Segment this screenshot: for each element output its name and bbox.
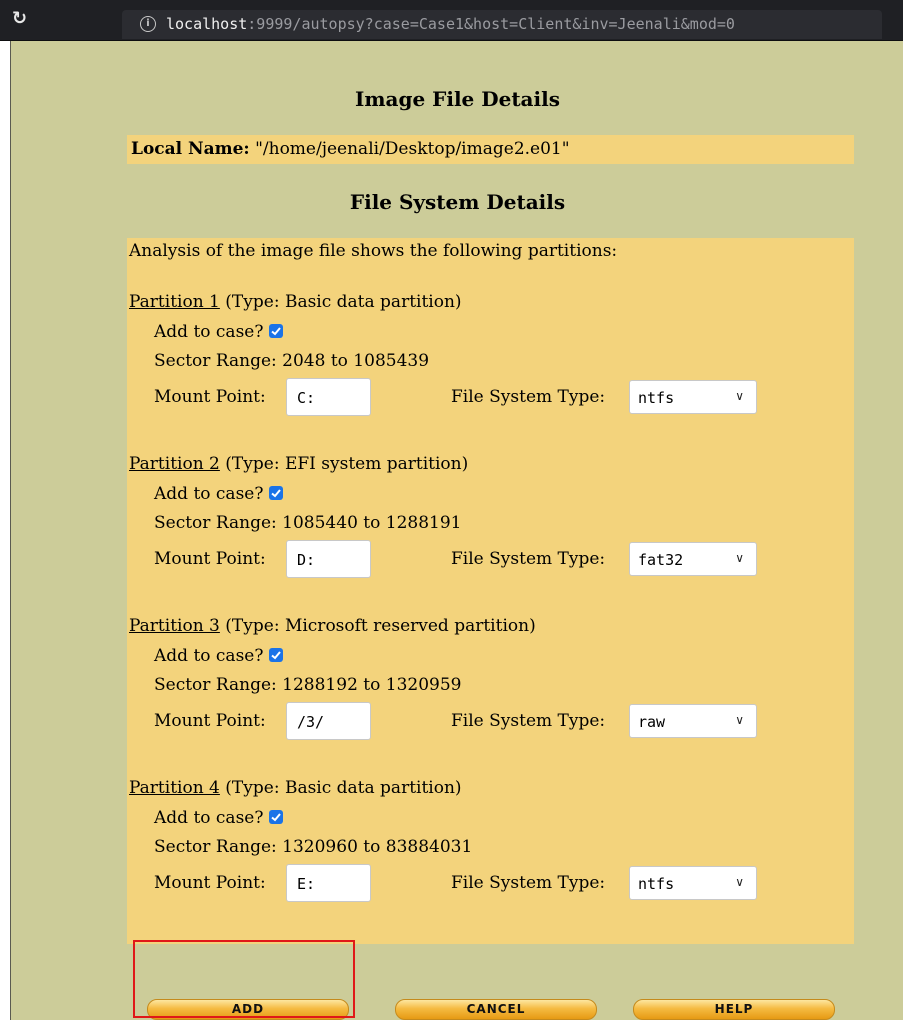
partition-title: Partition 4 (Type: Basic data partition) [129,778,462,798]
file-system-type-label: File System Type: [451,549,606,569]
analysis-text: Analysis of the image file shows the fol… [129,241,618,261]
file-system-type-select[interactable]: ntfs ∨ [629,380,757,414]
partition-link[interactable]: Partition 4 [129,778,220,798]
sector-range: Sector Range: 1320960 to 83884031 [154,837,473,857]
local-name-label: Local Name: [131,139,250,159]
sector-range: Sector Range: 2048 to 1085439 [154,351,430,371]
file-system-type-select[interactable]: fat32 ∨ [629,542,757,576]
add-to-case-label: Add to case? [154,484,264,504]
url-host: localhost [166,15,248,33]
mount-point-input[interactable]: C: [286,378,371,416]
add-to-case-label: Add to case? [154,646,264,666]
partition-type: (Type: Basic data partition) [225,292,462,312]
url-path: :9999/autopsy?case=Case1&host=Client&inv… [247,15,735,33]
file-system-type-select[interactable]: raw ∨ [629,704,757,738]
mount-point-label: Mount Point: [154,711,266,731]
partition-title: Partition 2 (Type: EFI system partition) [129,454,468,474]
checkmark-icon [271,651,282,660]
add-to-case-row: Add to case? [154,322,284,342]
checkmark-icon [271,327,282,336]
file-system-details-heading: File System Details [349,190,566,214]
file-system-type-label: File System Type: [451,387,606,407]
partitions-panel: Analysis of the image file shows the fol… [127,238,854,944]
chevron-down-icon: ∨ [735,551,744,565]
local-name-value: "/home/jeenali/Desktop/image2.e01" [255,139,570,159]
add-to-case-checkbox[interactable] [269,324,284,338]
partition-type: (Type: Basic data partition) [225,778,462,798]
chevron-down-icon: ∨ [735,713,744,727]
mount-point-input[interactable]: D: [286,540,371,578]
file-system-type-value: fat32 [638,551,684,569]
file-system-type-label: File System Type: [451,873,606,893]
info-icon[interactable]: i [140,16,156,32]
partition-link[interactable]: Partition 1 [129,292,220,312]
help-button[interactable]: HELP [633,999,835,1020]
file-system-type-value: ntfs [638,875,675,893]
add-to-case-label: Add to case? [154,808,264,828]
add-to-case-row: Add to case? [154,808,284,828]
page-content: Image File Details Local Name: "/home/je… [10,41,903,1020]
add-to-case-checkbox[interactable] [269,486,284,500]
chevron-down-icon: ∨ [735,389,744,403]
mount-point-input[interactable]: E: [286,864,371,902]
partition-link[interactable]: Partition 3 [129,616,220,636]
sector-range: Sector Range: 1085440 to 1288191 [154,513,462,533]
partition-link[interactable]: Partition 2 [129,454,220,474]
add-to-case-checkbox[interactable] [269,648,284,662]
add-to-case-row: Add to case? [154,484,284,504]
file-system-type-label: File System Type: [451,711,606,731]
partition-type: (Type: EFI system partition) [225,454,469,474]
chevron-down-icon: ∨ [735,875,744,889]
mount-point-input[interactable]: /3/ [286,702,371,740]
partition-type: (Type: Microsoft reserved partition) [225,616,536,636]
mount-point-label: Mount Point: [154,549,266,569]
file-system-type-select[interactable]: ntfs ∨ [629,866,757,900]
file-system-type-value: ntfs [638,389,675,407]
image-file-details-heading: Image File Details [355,87,560,111]
local-name-row: Local Name: "/home/jeenali/Desktop/image… [127,135,854,164]
sector-range: Sector Range: 1288192 to 1320959 [154,675,462,695]
reload-icon[interactable]: ↻ [12,9,32,29]
partition-title: Partition 3 (Type: Microsoft reserved pa… [129,616,536,636]
checkmark-icon [271,813,282,822]
checkmark-icon [271,489,282,498]
browser-toolbar: ↻ i localhost:9999/autopsy?case=Case1&ho… [0,0,903,41]
address-bar[interactable]: i localhost:9999/autopsy?case=Case1&host… [122,10,882,39]
mount-point-label: Mount Point: [154,387,266,407]
add-to-case-row: Add to case? [154,646,284,666]
file-system-type-value: raw [638,713,666,731]
add-button-highlight [133,940,355,1018]
mount-point-label: Mount Point: [154,873,266,893]
partition-title: Partition 1 (Type: Basic data partition) [129,292,462,312]
cancel-button[interactable]: CANCEL [395,999,597,1020]
url-text: localhost:9999/autopsy?case=Case1&host=C… [166,15,735,33]
add-to-case-label: Add to case? [154,322,264,342]
add-to-case-checkbox[interactable] [269,810,284,824]
